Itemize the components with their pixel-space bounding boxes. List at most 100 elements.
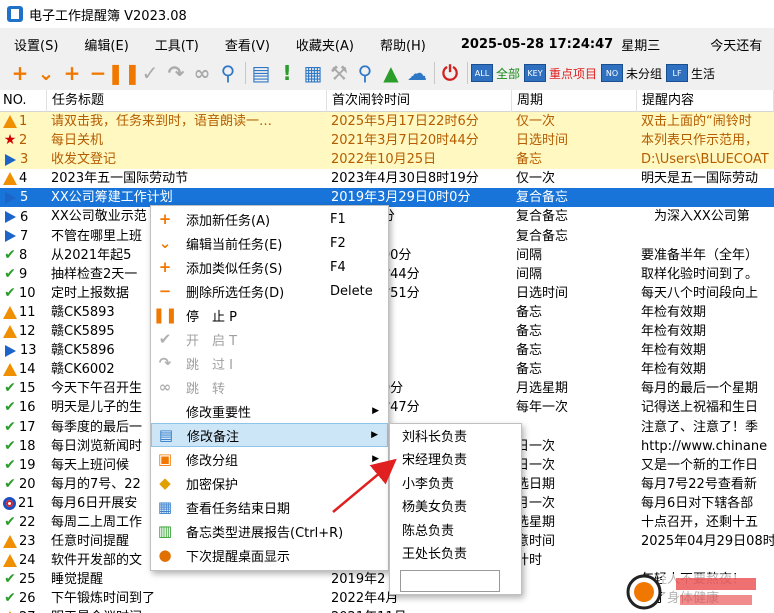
preview-icon[interactable]: ⚲ <box>353 61 377 85</box>
filter-all-button[interactable]: ALL 全部 <box>471 61 520 85</box>
menu-help[interactable]: 帮助(H) <box>367 35 439 54</box>
context-menu-label: 备忘类型进展报告(Ctrl+R) <box>186 525 344 541</box>
submenu-item[interactable]: 王处长负责 <box>402 544 467 566</box>
submenu-item[interactable]: 刘科长负责 <box>402 427 467 449</box>
row-number: 5 <box>20 190 29 206</box>
context-menu-item[interactable]: ▣ 修改分组 ▶ <box>151 447 388 471</box>
cycle-cell: 选日期 <box>516 476 556 492</box>
toolbar-divider <box>434 62 435 84</box>
context-menu-item[interactable]: ✔ 开 启 T <box>151 327 388 351</box>
task-title-cell: 每日关机 <box>51 133 104 149</box>
redo-icon[interactable]: ↷ <box>164 61 188 85</box>
context-menu-item[interactable]: ● 下次提醒桌面显示 <box>151 543 388 567</box>
column-header-cycle[interactable]: 周期 <box>512 90 637 112</box>
current-datetime: 2025-05-28 17:24:47 <box>460 36 614 52</box>
filter-life-button[interactable]: LF 生活 <box>666 61 715 85</box>
table-row[interactable]: 1 请双击我，任务来到时，语音朗读一… 2025年5月17日22时6分 仅一次 双击上面… <box>0 112 774 132</box>
calendar-clock-icon[interactable]: ▤ <box>249 61 273 85</box>
skip-icon: ↷ <box>158 354 172 372</box>
filter-key-projects-button[interactable]: KEY 重点项目 <box>524 61 597 85</box>
submenu-item[interactable]: 陈总负责 <box>402 521 454 543</box>
context-menu-item[interactable]: ▤ 修改备注 ▶ <box>151 423 388 447</box>
table-row[interactable]: 4 2023年五一国际劳动节 2023年4月30日8时19分 仅一次 明天是五一国际劳动 <box>0 169 774 188</box>
context-menu-label: 编辑当前任务(E) <box>186 237 283 253</box>
submenu-item[interactable]: 小李负责 <box>402 474 454 496</box>
column-header-time[interactable]: 首次闹铃时间 <box>327 90 512 112</box>
checkmark-icon: ✔ <box>4 514 16 531</box>
table-row[interactable]: 3 收发文登记 2022年10月25日 备忘 D:\Users\BLUECOAT <box>0 150 774 170</box>
submenu-item[interactable]: 宋经理负责 <box>402 450 467 472</box>
context-menu-label: 删除所选任务(D) <box>186 285 285 301</box>
row-number: 17 <box>19 419 36 435</box>
column-header-no[interactable]: NO. <box>0 90 47 112</box>
context-menu-item[interactable]: − 删除所选任务(D) Delete <box>151 279 388 303</box>
alarm-time-cell: 2021年11月 <box>327 608 512 613</box>
context-menu-item[interactable]: + 添加类似任务(S) F4 <box>151 255 388 279</box>
menu-edit[interactable]: 编辑(E) <box>71 35 141 54</box>
context-menu-item[interactable]: + 添加新任务(A) F1 <box>151 207 388 231</box>
cycle-cell: 仅一次 <box>516 114 556 129</box>
shortcut-label: Delete <box>330 283 373 299</box>
reminder-content-cell: 每月7号22号查看新 <box>641 476 757 492</box>
wrench-icon[interactable]: ⚒ <box>327 61 351 85</box>
chevron-down-icon[interactable]: ⌄ <box>34 61 58 85</box>
context-menu-item[interactable]: ⌄ 编辑当前任务(E) F2 <box>151 231 388 255</box>
filter-all-label: 全部 <box>496 66 521 81</box>
task-title-cell: 明天是会议时间 <box>47 608 327 613</box>
context-menu-label: 修改重要性 <box>186 405 252 421</box>
add-similar-icon[interactable]: + <box>60 61 84 85</box>
row-number-cell: ✔ 8 <box>0 246 47 265</box>
row-number: 15 <box>19 381 36 397</box>
alert-icon[interactable]: ! <box>275 61 299 85</box>
menu-tools[interactable]: 工具(T) <box>142 35 212 54</box>
reminder-content-cell: http://www.chinane <box>641 438 768 454</box>
row-number: 7 <box>20 228 29 244</box>
add-icon[interactable]: + <box>8 61 32 85</box>
search-icon[interactable]: ⚲ <box>216 61 240 85</box>
context-menu-item[interactable]: ❚❚ 停 止 P <box>151 303 388 327</box>
submenu-item[interactable]: 杨美女负责 <box>402 497 467 519</box>
cycle-cell: 选星期 <box>516 514 556 530</box>
cycle-cell: 意时间 <box>516 534 556 550</box>
context-menu-item[interactable]: ◆ 加密保护 <box>151 471 388 495</box>
cycle-cell: 仅一次 <box>516 171 556 187</box>
menu-view[interactable]: 查看(V) <box>212 35 283 54</box>
checkmark-icon[interactable]: ✓ <box>138 61 162 85</box>
filter-key-projects-label: 重点项目 <box>549 66 598 81</box>
weather-icon[interactable]: ☁ <box>405 61 429 85</box>
link-icon[interactable]: ∞ <box>190 61 214 85</box>
power-icon[interactable]: ⏻ <box>438 61 462 85</box>
context-menu-item[interactable]: 修改重要性 ▶ <box>151 399 388 423</box>
reminder-content-cell: 十点召开，还剩十五 <box>641 514 759 530</box>
pause-icon[interactable]: ❚❚ <box>107 61 141 85</box>
table-row[interactable]: ★ 2 每日关机 2021年3月7日20时44分 日选时间 本列表只作示范用， <box>0 131 774 151</box>
context-menu-item[interactable]: ▦ 查看任务结束日期 <box>151 495 388 519</box>
blank-icon <box>157 403 173 419</box>
toolbar: + ⌄ + − ❚❚ ✓ ↷ ∞ ⚲ ▤ ! ▦ ⚒ ⚲ ▲ ☁ ⏻ ALL 全… <box>0 58 774 88</box>
calendar-icon[interactable]: ▦ <box>301 61 325 85</box>
cycle-cell: 日选时间 <box>516 285 569 301</box>
context-menu-label: 停 止 P <box>186 309 237 325</box>
column-header-title[interactable]: 任务标题 <box>47 90 327 112</box>
task-title-cell: 下午锻炼时间到了 <box>51 591 156 607</box>
row-number-cell: ✔ 19 <box>0 456 47 475</box>
menu-favorites[interactable]: 收藏夹(A) <box>283 35 367 54</box>
context-menu-item[interactable]: ▥ 备忘类型进展报告(Ctrl+R) <box>151 519 388 543</box>
reminder-content-cell: 每月6日对下辖各部 <box>641 495 754 511</box>
column-header-content[interactable]: 提醒内容 <box>637 90 774 112</box>
row-number-cell: ✔ 10 <box>0 284 47 303</box>
filter-ungrouped-button[interactable]: NO 未分组 <box>601 61 662 85</box>
play-icon <box>5 153 16 166</box>
context-menu-item[interactable]: ∞ 跳 转 <box>151 375 388 399</box>
reminder-content-cell: 明天是五一国际劳动 <box>641 171 759 187</box>
checkmark-icon: ✔ <box>158 330 172 348</box>
reminder-content-cell <box>637 551 774 570</box>
row-number-cell: 12 <box>0 322 47 341</box>
context-menu-item[interactable]: ↷ 跳 过 I <box>151 351 388 375</box>
reminder-content-cell: 年检有效期 <box>641 324 707 340</box>
menu-settings[interactable]: 设置(S) <box>0 35 71 54</box>
title-bar: 电子工作提醒簿 V2023.08 <box>0 0 774 28</box>
custom-note-input[interactable] <box>400 570 500 592</box>
tree-icon[interactable]: ▲ <box>379 61 403 85</box>
window-title: 电子工作提醒簿 V2023.08 <box>29 8 187 24</box>
